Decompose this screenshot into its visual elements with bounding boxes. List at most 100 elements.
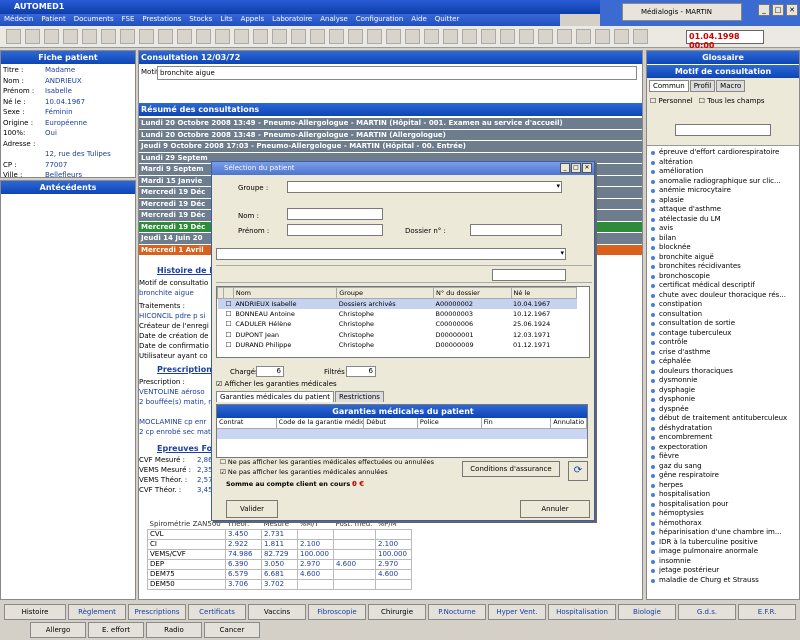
toolbar-button-icon[interactable] (424, 29, 439, 44)
glossaire-item[interactable]: insomnie (647, 557, 799, 567)
glossaire-item[interactable]: avis (647, 224, 799, 234)
patient-checkbox[interactable]: ☐ (224, 309, 234, 320)
filter-select[interactable]: ▾ (216, 248, 566, 260)
glossaire-item[interactable]: constipation (647, 300, 799, 310)
bottom-button[interactable]: Chirurgie (368, 604, 426, 620)
maximize-icon[interactable]: □ (772, 4, 784, 16)
epreuves-link[interactable]: Epreuves Fon (157, 444, 219, 453)
glossaire-item[interactable]: dysphonie (647, 395, 799, 405)
glossaire-item[interactable]: héparinisation d'une chambre im... (647, 528, 799, 538)
menu-item-2[interactable]: Documents (74, 15, 114, 25)
bottom-button[interactable]: Biologie (618, 604, 676, 620)
refresh-icon[interactable]: ⟳ (568, 461, 588, 481)
glossaire-item[interactable]: hémoptysies (647, 509, 799, 519)
bottom-button[interactable]: Vaccins (248, 604, 306, 620)
toolbar-button-icon[interactable] (348, 29, 363, 44)
glossaire-item[interactable]: encombrement (647, 433, 799, 443)
toolbar-button-icon[interactable] (367, 29, 382, 44)
glossaire-item[interactable]: gaz du sang (647, 462, 799, 472)
session-row[interactable]: Lundi 20 Octobre 2008 13:48 - Pneumo-All… (139, 129, 642, 140)
toolbar-button-icon[interactable] (557, 29, 572, 44)
garanties-column-header[interactable]: Annulatio (551, 418, 587, 428)
menu-item-4[interactable]: Prestations (142, 15, 181, 25)
toolbar-button-icon[interactable] (500, 29, 515, 44)
glossaire-item[interactable]: expectoration (647, 443, 799, 453)
toolbar-button-icon[interactable] (25, 29, 40, 44)
toolbar-button-icon[interactable] (386, 29, 401, 44)
glossaire-item[interactable]: début de traitement antituberculeux (647, 414, 799, 424)
toolbar-button-icon[interactable] (291, 29, 306, 44)
patient-column-header[interactable]: Né le (510, 287, 578, 299)
glossaire-item[interactable]: aplasie (647, 196, 799, 206)
bottom-button[interactable]: G.d.s. (678, 604, 736, 620)
garanties-column-header[interactable]: Police (418, 418, 482, 428)
garanties-column-header[interactable]: Code de la garantie médicale (277, 418, 365, 428)
dialog-tab-0[interactable]: Garanties médicales du patient (216, 391, 334, 402)
personnel-checkbox[interactable]: ☐ Personnel (650, 97, 693, 105)
glossaire-item[interactable]: bronchite aiguë (647, 253, 799, 263)
toolbar-button-icon[interactable] (272, 29, 287, 44)
glossaire-item[interactable]: bronchoscopie (647, 272, 799, 282)
minimize-icon[interactable]: _ (758, 4, 770, 16)
bottom-button[interactable]: Histoire (4, 604, 66, 620)
patient-column-header[interactable]: Nom (232, 287, 338, 299)
toolbar-button-icon[interactable] (576, 29, 591, 44)
conditions-button[interactable]: Conditions d'assurance (462, 461, 560, 477)
bottom-button[interactable]: Hyper Vent. (488, 604, 546, 620)
garanties-column-header[interactable]: Contrat (217, 418, 277, 428)
glossaire-item[interactable]: maladie de Churg et Strauss (647, 576, 799, 586)
glossaire-search-input[interactable] (675, 124, 771, 136)
glossaire-tab-2[interactable]: Macro (716, 80, 746, 92)
menu-item-11[interactable]: Aide (411, 15, 426, 25)
menu-item-7[interactable]: Appels (241, 15, 265, 25)
menu-item-1[interactable]: Patient (41, 15, 65, 25)
menu-item-12[interactable]: Quitter (435, 15, 460, 25)
glossaire-item[interactable]: épreuve d'effort cardiorespiratoire (647, 148, 799, 158)
session-row[interactable]: Jeudi 9 Octobre 2008 17:03 - Pneumo-Alle… (139, 141, 642, 152)
glossaire-item[interactable]: céphalée (647, 357, 799, 367)
glossaire-tab-1[interactable]: Profil (689, 80, 716, 92)
glossaire-item[interactable]: bronchites récidivantes (647, 262, 799, 272)
glossaire-item[interactable]: contrôle (647, 338, 799, 348)
glossaire-item[interactable]: image pulmonaire anormale (647, 547, 799, 557)
glossaire-item[interactable]: chute avec douleur thoracique rés... (647, 291, 799, 301)
glossaire-item[interactable]: anomalie radiographique sur clic... (647, 177, 799, 187)
toolbar-button-icon[interactable] (234, 29, 249, 44)
menu-item-0[interactable]: Médecin (4, 15, 33, 25)
glossaire-item[interactable]: blocknée (647, 243, 799, 253)
toolbar-button-icon[interactable] (538, 29, 553, 44)
toolbar-button-icon[interactable] (595, 29, 610, 44)
toolbar-button-icon[interactable] (215, 29, 230, 44)
menu-item-10[interactable]: Configuration (356, 15, 403, 25)
date-field[interactable]: 01.04.1998 00:00 (686, 30, 764, 50)
dialog-tab-1[interactable]: Restrictions (334, 391, 384, 402)
toolbar-button-icon[interactable] (329, 29, 344, 44)
bottom-button[interactable]: E.F.R. (738, 604, 796, 620)
bottom-button[interactable]: Certificats (188, 604, 246, 620)
toolbar-button-icon[interactable] (82, 29, 97, 44)
patient-row[interactable]: ☐ BONNEAU Antoine Christophe B00000003 10.12… (218, 309, 577, 320)
patient-row[interactable]: ☐ ANDRIEUX Isabelle Dossiers archivés A0000… (217, 298, 577, 309)
glossaire-tab-0[interactable]: Commun (649, 80, 689, 92)
toolbar-button-icon[interactable] (614, 29, 629, 44)
session-row[interactable]: Lundi 20 Octobre 2008 13:49 - Pneumo-All… (139, 118, 642, 129)
toolbar-button-icon[interactable] (519, 29, 534, 44)
patient-row[interactable]: ☐ DURAND Philippe Christophe D00000009 01.12… (218, 340, 577, 351)
toolbar-button-icon[interactable] (253, 29, 268, 44)
menu-item-9[interactable]: Analyse (320, 15, 348, 25)
prescription-link[interactable]: Prescription (157, 365, 219, 375)
bottom-button[interactable]: Fibroscopie (308, 604, 366, 620)
history-link[interactable]: Histoire de la (157, 266, 219, 276)
toolbar-button-icon[interactable] (462, 29, 477, 44)
toolbar-button-icon[interactable] (177, 29, 192, 44)
menu-item-5[interactable]: Stocks (189, 15, 212, 25)
glossaire-item[interactable]: anémie microcytaire (647, 186, 799, 196)
bottom-button[interactable]: E. effort (88, 622, 144, 638)
glossaire-item[interactable]: amélioration (647, 167, 799, 177)
glossaire-item[interactable]: dysphagie (647, 386, 799, 396)
patient-column-header[interactable]: Groupe (336, 287, 434, 299)
glossaire-item[interactable]: atélectasie du LM (647, 215, 799, 225)
glossaire-item[interactable]: certificat médical descriptif (647, 281, 799, 291)
chk1-checkbox[interactable]: ☐ Ne pas afficher les garanties médicale… (220, 458, 434, 466)
glossaire-item[interactable]: consultation de sortie (647, 319, 799, 329)
